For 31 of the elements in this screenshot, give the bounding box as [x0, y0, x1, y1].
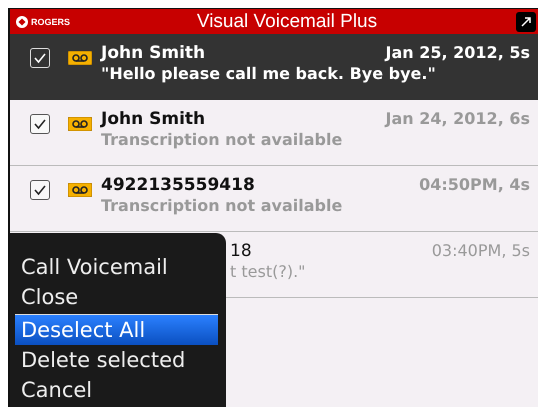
- voicemail-icon: [68, 183, 92, 197]
- menu-item[interactable]: Deselect All: [15, 314, 218, 345]
- caller-name: John Smith: [101, 109, 206, 129]
- checkmark-icon: [33, 52, 47, 64]
- checkmark-icon: [33, 118, 47, 130]
- caller-name: 18: [230, 241, 252, 261]
- voicemail-icon: [68, 117, 92, 131]
- message-date: 03:40PM, 5s: [432, 241, 530, 261]
- carrier-name: ROGERS: [31, 16, 70, 26]
- caller-name: John Smith: [101, 43, 206, 63]
- message-row[interactable]: 4922135559418 04:50PM, 4s Transcription not available: [10, 166, 538, 232]
- voicemail-icon: [68, 51, 92, 65]
- menu-item[interactable]: Cancel: [15, 375, 218, 405]
- menu-item[interactable]: Delete selected: [15, 345, 218, 375]
- checkmark-icon: [33, 184, 47, 196]
- checkbox[interactable]: [30, 180, 50, 200]
- transcript: "Hello please call me back. Bye bye.": [101, 64, 437, 83]
- expand-icon[interactable]: [516, 12, 536, 32]
- transcript: t test(?).": [230, 262, 307, 281]
- message-date: 04:50PM, 4s: [419, 175, 530, 195]
- transcript: Transcription not available: [101, 196, 344, 215]
- window-title: Visual Voicemail Plus: [196, 10, 378, 32]
- message-date: Jan 24, 2012, 6s: [386, 109, 530, 129]
- caller-name: 4922135559418: [101, 175, 255, 195]
- menu-item[interactable]: Call Voicemail: [15, 252, 218, 282]
- checkbox[interactable]: [30, 114, 50, 134]
- message-row[interactable]: John Smith Jan 24, 2012, 6s Transcription not available: [10, 100, 538, 166]
- transcript: Transcription not available: [101, 130, 344, 149]
- carrier-logo-icon: [16, 16, 28, 28]
- message-row[interactable]: John Smith Jan 25, 2012, 5s "Hello please call me back. Bye bye.": [10, 34, 538, 100]
- message-date: Jan 25, 2012, 5s: [386, 43, 530, 63]
